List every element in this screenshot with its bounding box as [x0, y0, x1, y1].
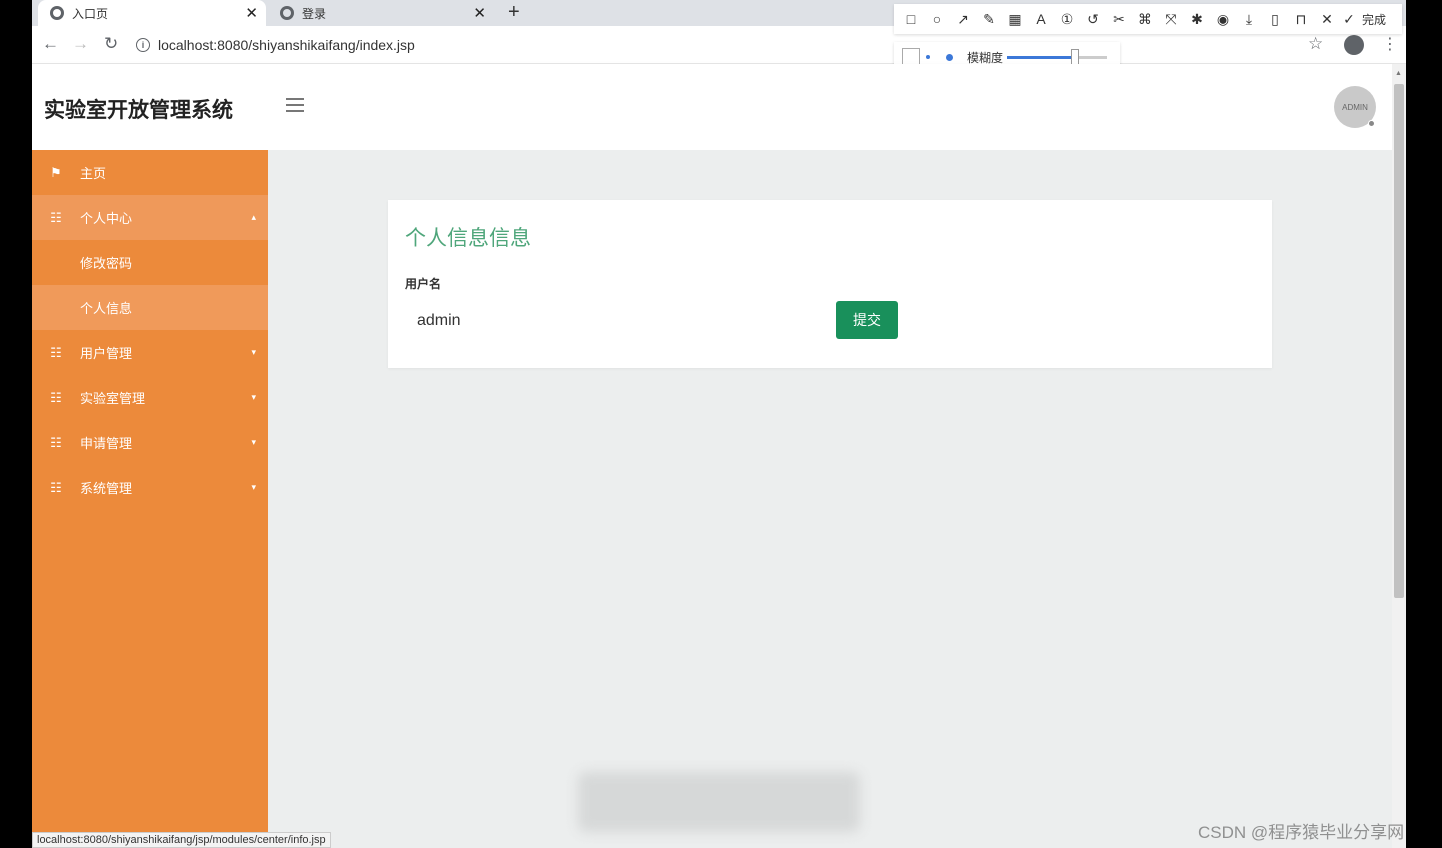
sidebar-item-application-management[interactable]: ☷ 申请管理 ▾: [32, 420, 268, 465]
sidebar-item-personal-center[interactable]: ☷ 个人中心 ▴: [32, 195, 268, 240]
grid-icon: ☷: [50, 209, 62, 225]
grid-icon: ☷: [50, 434, 62, 450]
blurred-region: [578, 772, 860, 832]
globe-icon: [50, 6, 64, 20]
sidebar-item-home[interactable]: ⚑ 主页: [32, 150, 268, 195]
download-icon[interactable]: ⤓: [1238, 11, 1260, 28]
sidebar-item-lab-management[interactable]: ☷ 实验室管理 ▾: [32, 375, 268, 420]
page-title: 个人信息信息: [405, 227, 531, 250]
sidebar-item-system-management[interactable]: ☷ 系统管理 ▾: [32, 465, 268, 510]
expand-icon[interactable]: ⤧: [1160, 11, 1182, 28]
submit-button[interactable]: 提交: [836, 301, 898, 339]
sidebar-item-label: 个人中心: [80, 211, 133, 226]
sidebar-item-label: 修改密码: [80, 256, 133, 271]
status-bar-url: localhost:8080/shiyanshikaifang/jsp/modu…: [32, 832, 331, 848]
tab-close-icon[interactable]: ✕: [245, 4, 258, 22]
check-icon[interactable]: ✓: [1342, 11, 1356, 28]
grid-icon: ☷: [50, 344, 62, 360]
sidebar-item-label: 申请管理: [80, 436, 133, 451]
url-field[interactable]: i localhost:8080/shiyanshikaifang/index.…: [136, 32, 1326, 58]
number-icon[interactable]: ①: [1056, 11, 1078, 28]
profile-icon[interactable]: [1344, 35, 1364, 55]
translate-icon[interactable]: ⌘: [1134, 11, 1156, 28]
tab-entry[interactable]: 入口页 ✕: [38, 0, 266, 26]
new-tab-button[interactable]: +: [508, 0, 520, 24]
watermark: CSDN @程序猿毕业分享网: [1198, 823, 1405, 842]
reload-icon[interactable]: ↻: [104, 34, 118, 54]
globe-icon: [280, 6, 294, 20]
sidebar-item-label: 实验室管理: [80, 391, 146, 406]
tab-login[interactable]: 登录 ✕: [268, 0, 494, 26]
record-icon[interactable]: ◉: [1212, 11, 1234, 28]
grid-icon: ☷: [50, 389, 62, 405]
sidebar-item-user-management[interactable]: ☷ 用户管理 ▾: [32, 330, 268, 375]
sidebar-item-label: 系统管理: [80, 481, 133, 496]
grid-icon: ☷: [50, 479, 62, 495]
forward-icon[interactable]: →: [72, 34, 89, 54]
phone-icon[interactable]: ▯: [1264, 11, 1286, 28]
pin-icon[interactable]: ✱: [1186, 11, 1208, 28]
tab-close-icon[interactable]: ✕: [473, 4, 486, 22]
blur-label: 模糊度: [967, 50, 1004, 65]
info-icon[interactable]: i: [136, 38, 150, 52]
bookmark-star-icon[interactable]: ☆: [1308, 34, 1323, 54]
tab-label: 登录: [302, 6, 327, 21]
small-brush-icon[interactable]: [926, 55, 930, 59]
caret-down-icon: ▾: [251, 437, 256, 447]
app-title: 实验室开放管理系统: [44, 99, 233, 122]
large-brush-icon[interactable]: [946, 53, 953, 61]
done-button[interactable]: 完成: [1362, 11, 1386, 28]
browser-window: 入口页 ✕ 登录 ✕ + ← → ↻ i localhost:8080/shiy…: [32, 0, 1406, 848]
app-header: 实验室开放管理系统 ADMIN: [32, 64, 1392, 150]
url-text: localhost:8080/shiyanshikaifang/index.js…: [158, 37, 415, 53]
sidebar-item-change-password[interactable]: 修改密码: [32, 240, 268, 285]
scrollbar-thumb[interactable]: [1394, 84, 1404, 598]
browser-menu-icon[interactable]: ⋮: [1382, 34, 1398, 54]
scroll-up-icon[interactable]: ▲: [1395, 70, 1402, 77]
tab-label: 入口页: [72, 6, 109, 21]
caret-up-icon: ▴: [251, 212, 256, 222]
caret-down-icon: ▾: [251, 392, 256, 402]
username-label: 用户名: [405, 277, 442, 291]
bookmark-icon[interactable]: ⊓: [1290, 11, 1312, 28]
text-icon[interactable]: A: [1030, 11, 1052, 27]
blur-slider[interactable]: [1007, 48, 1108, 65]
sidebar-item-personal-info[interactable]: 个人信息: [32, 285, 268, 330]
online-status-dot: [1368, 120, 1375, 127]
flag-icon: ⚑: [50, 164, 62, 180]
main-content: 个人信息信息 用户名 提交: [268, 150, 1392, 848]
blur-slider-thumb[interactable]: [1071, 48, 1080, 65]
sidebar-item-label: 个人信息: [80, 301, 133, 316]
menu-toggle-icon[interactable]: [286, 98, 304, 116]
circle-icon[interactable]: ○: [926, 11, 948, 27]
blur-slider-fill: [1007, 55, 1072, 59]
back-icon[interactable]: ←: [42, 34, 59, 54]
undo-icon[interactable]: ↺: [1082, 11, 1104, 28]
sidebar-item-label: 用户管理: [80, 346, 133, 361]
sidebar-item-label: 主页: [80, 166, 107, 181]
caret-down-icon: ▾: [251, 482, 256, 492]
rectangle-icon[interactable]: □: [900, 11, 922, 27]
caret-down-icon: ▾: [251, 347, 256, 357]
pencil-icon[interactable]: ✎: [978, 11, 1000, 28]
personal-info-card: 个人信息信息 用户名 提交: [388, 200, 1272, 368]
arrow-icon[interactable]: ↗: [952, 11, 974, 28]
screenshot-toolbar: □ ○ ↗ ✎ ▦ A ① ↺ ✂ ⌘ ⤧ ✱ ◉ ⤓ ▯ ⊓ ✕ ✓ 完成: [894, 4, 1402, 34]
sidebar: ⚑ 主页 ☷ 个人中心 ▴ 修改密码 个人信息 ☷ 用户管理 ▾ ☷ 实验室管理…: [32, 150, 268, 848]
cancel-icon[interactable]: ✕: [1316, 11, 1338, 28]
username-field[interactable]: [405, 306, 805, 336]
crop-icon[interactable]: ✂: [1108, 11, 1130, 28]
mosaic-icon[interactable]: ▦: [1004, 11, 1026, 28]
